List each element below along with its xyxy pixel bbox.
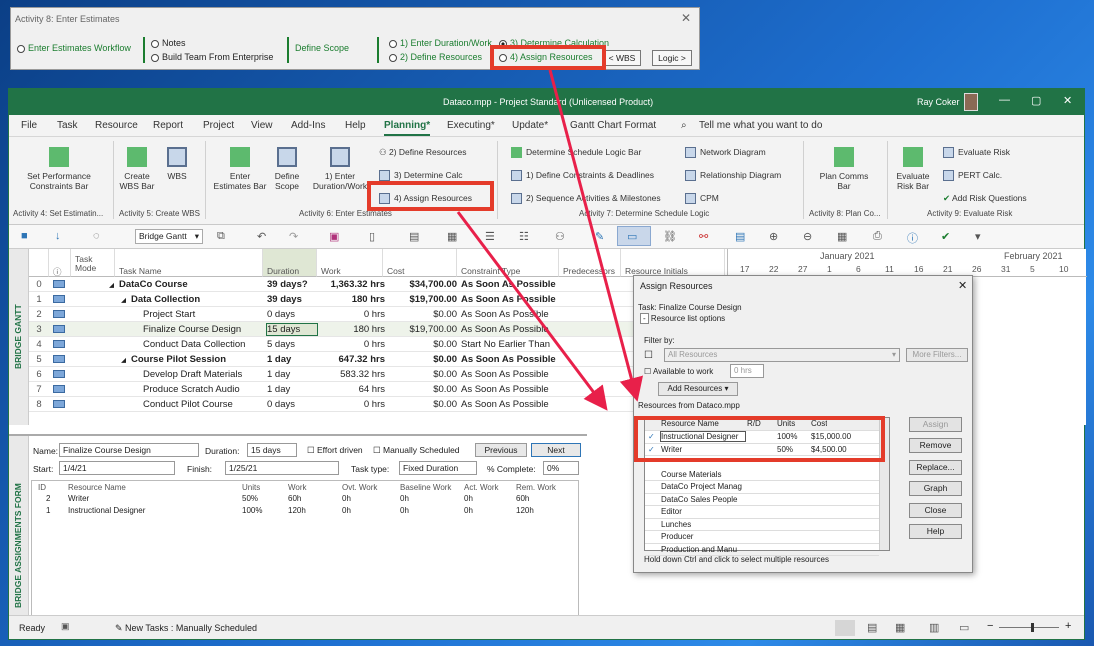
arrow-line	[456, 211, 608, 411]
arrow-line	[548, 69, 644, 402]
annotation-arrows	[456, 69, 644, 411]
